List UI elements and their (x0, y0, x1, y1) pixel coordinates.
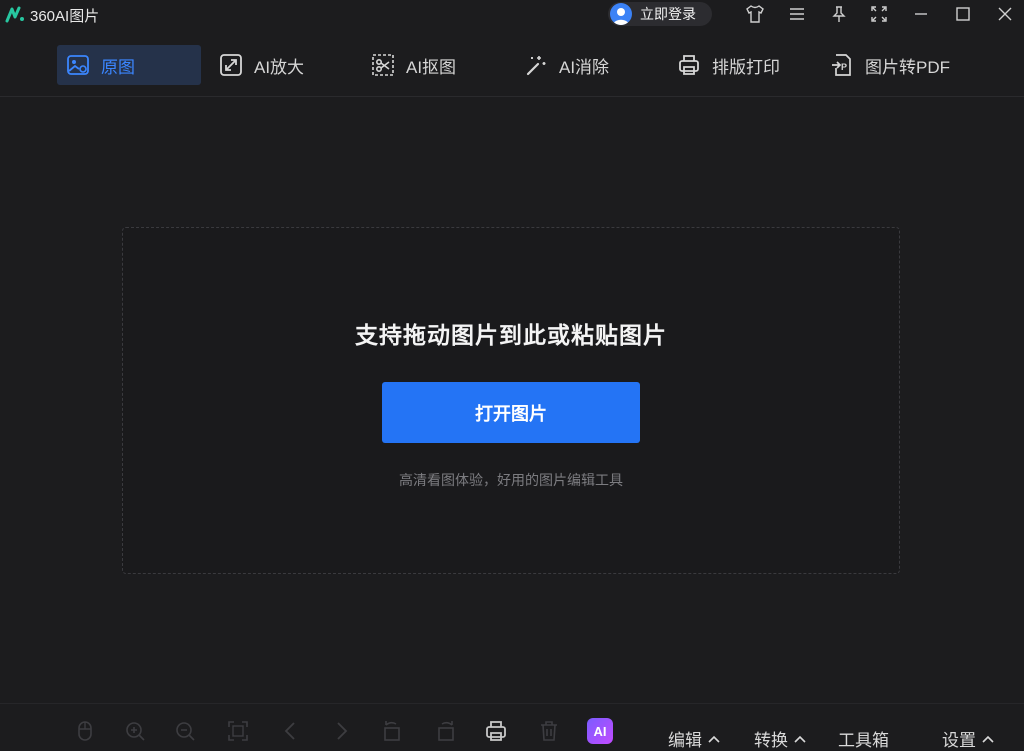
fullscreen-icon[interactable] (868, 3, 890, 25)
chevron-up-icon (794, 735, 806, 743)
next-icon[interactable] (329, 718, 355, 744)
settings-menu-label: 设置 (942, 731, 976, 750)
svg-text:P: P (841, 62, 847, 72)
magic-wand-icon (523, 52, 549, 78)
edit-menu[interactable]: 编辑 (668, 726, 720, 751)
printer-icon (676, 52, 702, 78)
maximize-icon[interactable] (952, 3, 974, 25)
enlarge-icon (218, 52, 244, 78)
zoom-out-icon[interactable] (172, 718, 198, 744)
open-image-button[interactable]: 打开图片 (382, 382, 640, 443)
tab-layout-print[interactable]: 排版打印 (676, 45, 780, 85)
minimize-icon[interactable] (910, 3, 932, 25)
mouse-icon[interactable] (72, 718, 98, 744)
bottom-toolbar: AI 编辑 转换 工具箱 设置 (0, 703, 1024, 751)
fit-screen-icon[interactable] (225, 718, 251, 744)
login-button[interactable]: 立即登录 (608, 2, 712, 26)
cutout-icon (370, 52, 396, 78)
ai-badge: AI (587, 718, 613, 744)
login-label: 立即登录 (640, 6, 696, 22)
header-divider (0, 96, 1024, 97)
tab-original[interactable]: 原图 (57, 45, 201, 85)
tab-ai-cutout[interactable]: AI抠图 (370, 45, 456, 85)
app-logo-icon (5, 6, 24, 23)
tab-ai-enlarge-label: AI放大 (254, 57, 305, 77)
convert-menu-label: 转换 (754, 731, 788, 750)
menu-icon[interactable] (786, 3, 808, 25)
tab-ai-erase[interactable]: AI消除 (523, 45, 609, 85)
close-icon[interactable] (994, 3, 1016, 25)
settings-menu[interactable]: 设置 (942, 726, 994, 751)
pdf-convert-icon: P (829, 52, 855, 78)
toolbox-menu[interactable]: 工具箱 (838, 726, 889, 751)
tab-ai-erase-label: AI消除 (559, 57, 610, 77)
edit-menu-label: 编辑 (668, 731, 702, 750)
zoom-in-icon[interactable] (122, 718, 148, 744)
app-title: 360AI图片 (30, 8, 100, 25)
avatar-icon (610, 3, 632, 25)
app-window: 360AI图片 立即登录 原图 AI放大 AI抠图 AI消除 排版打印 P 图片… (0, 0, 1024, 751)
drop-subtitle: 高清看图体验，好用的图片编辑工具 (399, 472, 623, 488)
tab-image-to-pdf-label: 图片转PDF (865, 57, 950, 77)
pin-icon[interactable] (828, 3, 850, 25)
tab-layout-print-label: 排版打印 (712, 57, 780, 77)
delete-icon[interactable] (536, 718, 562, 744)
chevron-up-icon (708, 735, 720, 743)
chevron-up-icon (982, 735, 994, 743)
drop-title: 支持拖动图片到此或粘贴图片 (355, 322, 667, 348)
image-drop-zone[interactable]: 支持拖动图片到此或粘贴图片 打开图片 高清看图体验，好用的图片编辑工具 (122, 227, 900, 574)
tab-image-to-pdf[interactable]: P 图片转PDF (829, 45, 950, 85)
print-icon[interactable] (483, 718, 509, 744)
title-bar: 360AI图片 立即登录 (0, 0, 1024, 28)
tab-ai-cutout-label: AI抠图 (406, 57, 457, 77)
tab-original-label: 原图 (101, 57, 135, 77)
convert-menu[interactable]: 转换 (754, 726, 806, 751)
rotate-left-icon[interactable] (380, 718, 406, 744)
original-image-icon (65, 52, 91, 78)
toolbox-menu-label: 工具箱 (838, 731, 889, 750)
skin-tshirt-icon[interactable] (744, 3, 766, 25)
previous-icon[interactable] (277, 718, 303, 744)
ai-assistant-icon[interactable]: AI (587, 718, 613, 744)
feature-tab-bar: 原图 AI放大 AI抠图 AI消除 排版打印 P 图片转PDF (0, 40, 1024, 90)
tab-ai-enlarge[interactable]: AI放大 (218, 45, 304, 85)
rotate-right-icon[interactable] (432, 718, 458, 744)
